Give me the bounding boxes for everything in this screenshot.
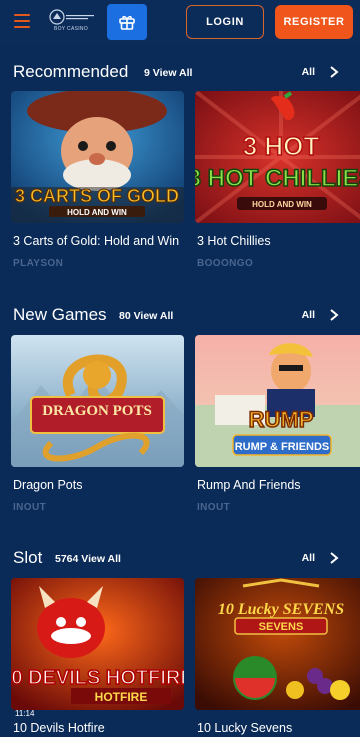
game-thumbnail[interactable]: 10 DEVILS HOTFIRE HOTFIRE (11, 578, 184, 710)
game-card[interactable]: 3 CARTS OF GOLD HOLD AND WIN 3 Carts of … (11, 91, 184, 269)
art-title: 10 DEVILS HOTFIRE (11, 667, 184, 689)
site-logo[interactable]: BOY CASINO (44, 8, 98, 36)
login-button[interactable]: LOGIN (186, 5, 264, 39)
game-card[interactable]: 10 DEVILS HOTFIRE HOTFIRE 10 Devils Hotf… (11, 578, 184, 735)
all-link[interactable]: All (302, 552, 315, 564)
section-header-slot: Slot 5764 View All All (13, 548, 347, 570)
art-subtitle: HOLD AND WIN (252, 200, 312, 209)
game-name[interactable]: Rump And Friends (197, 478, 360, 492)
view-all-link[interactable]: 5764 View All (55, 553, 121, 565)
game-name[interactable]: 10 Lucky Sevens (197, 721, 360, 735)
game-thumbnail[interactable]: DRAGON POTS (11, 335, 184, 467)
top-bar: BOY CASINO LOGIN REGISTER (0, 0, 360, 44)
art-title: 10 Lucky SEVENS (218, 601, 344, 618)
all-link[interactable]: All (302, 309, 315, 321)
section-title: New Games (13, 305, 107, 324)
gift-button[interactable] (107, 4, 147, 40)
register-button[interactable]: REGISTER (275, 5, 353, 39)
game-thumbnail[interactable]: RUMP RUMP & FRIENDS (195, 335, 360, 467)
game-thumbnail[interactable]: 10 Lucky SEVENS SEVENS (195, 578, 360, 710)
game-provider: INOUT (13, 502, 47, 513)
art-subtitle: HOLD AND WIN (67, 208, 127, 217)
game-card[interactable]: DRAGON POTS Dragon Pots INOUT (11, 335, 184, 513)
svg-text:3 HOT: 3 HOT (243, 131, 320, 161)
chevron-right-icon[interactable] (327, 64, 341, 80)
section-header-new-games: New Games 80 View All All (13, 305, 347, 327)
chevron-right-icon[interactable] (327, 307, 341, 323)
section-title: Slot (13, 548, 43, 567)
svg-text:SEVENS: SEVENS (259, 621, 304, 633)
game-thumbnail[interactable]: 3 HOT 3 HOT CHILLIES HOLD AND WIN (195, 91, 360, 223)
gift-icon (119, 15, 135, 30)
game-provider: BOOONGO (197, 258, 254, 269)
section-title: Recommended (13, 62, 129, 81)
svg-text:HOTFIRE: HOTFIRE (95, 690, 148, 704)
game-name[interactable]: Dragon Pots (13, 478, 184, 492)
art-title: 3 CARTS OF GOLD (15, 186, 179, 206)
game-name[interactable]: 10 Devils Hotfire (13, 721, 184, 735)
game-card[interactable]: 3 HOT 3 HOT CHILLIES HOLD AND WIN 3 Hot … (195, 91, 360, 269)
game-card[interactable]: 10 Lucky SEVENS SEVENS 10 Lucky Sevens (195, 578, 360, 735)
art-title: DRAGON POTS (42, 403, 152, 419)
svg-text:RUMP: RUMP (249, 407, 314, 432)
view-all-link[interactable]: 80 View All (119, 310, 173, 322)
logo-text: BOY CASINO (53, 26, 89, 32)
game-provider: INOUT (197, 502, 231, 513)
art-title: RUMP & FRIENDS (235, 441, 330, 453)
all-link[interactable]: All (302, 66, 315, 78)
view-all-link[interactable]: 9 View All (144, 67, 192, 79)
game-thumbnail[interactable]: 3 CARTS OF GOLD HOLD AND WIN (11, 91, 184, 223)
status-time: 11:14 (15, 709, 35, 718)
game-name[interactable]: 3 Hot Chillies (197, 234, 360, 248)
chevron-right-icon[interactable] (327, 550, 341, 566)
section-header-recommended: Recommended 9 View All All (13, 62, 347, 84)
hamburger-icon[interactable] (14, 14, 30, 28)
game-provider: PLAYSON (13, 258, 64, 269)
art-title: 3 HOT CHILLIES (195, 165, 360, 192)
game-name[interactable]: 3 Carts of Gold: Hold and Win (13, 234, 184, 248)
game-card[interactable]: RUMP RUMP & FRIENDS Rump And Friends INO… (195, 335, 360, 513)
